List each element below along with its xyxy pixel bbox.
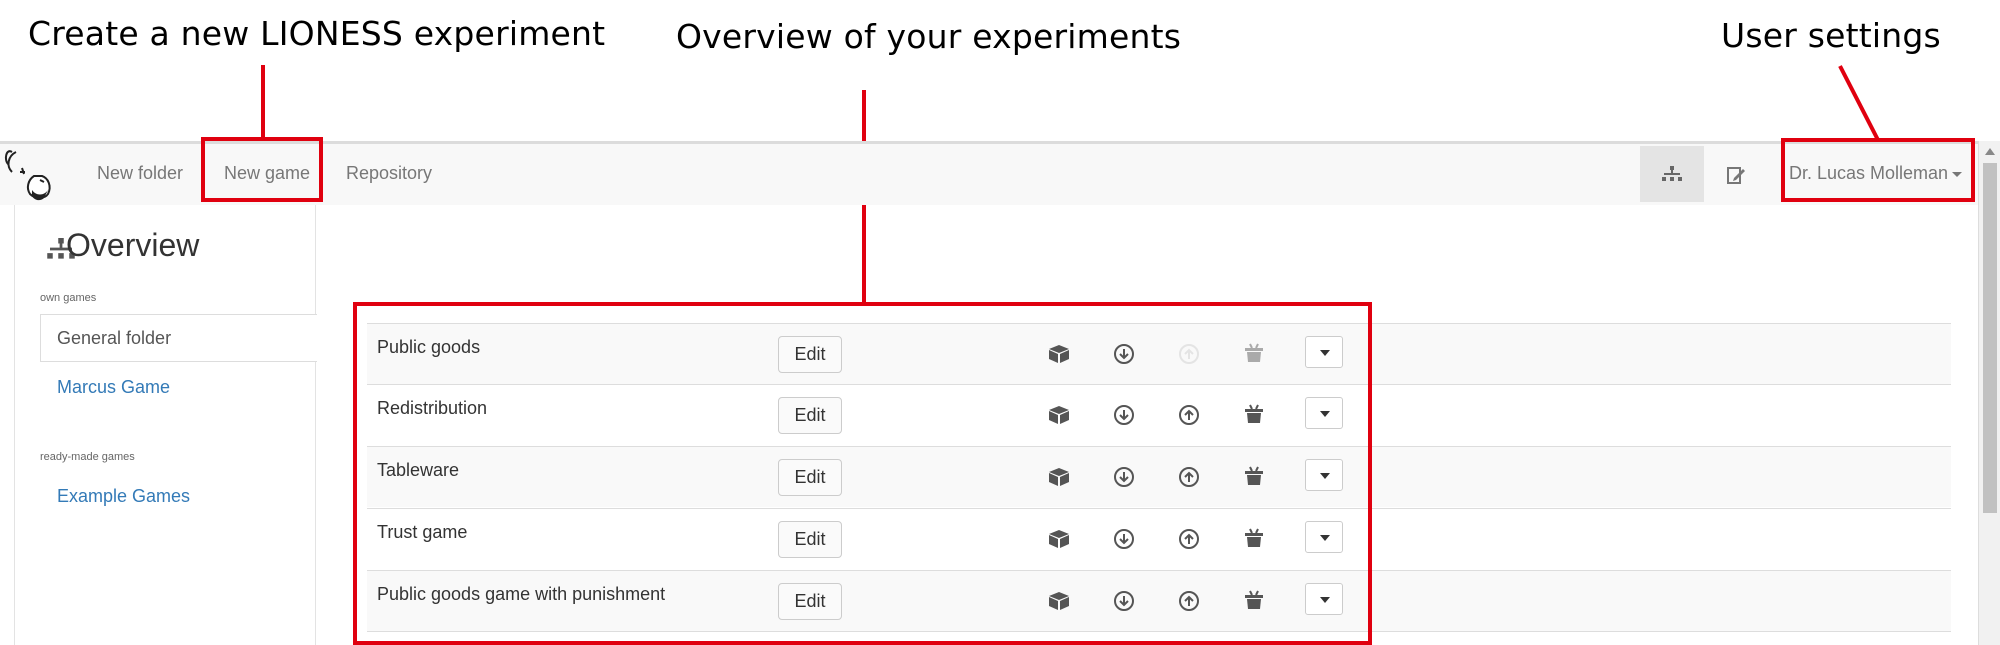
box-icon[interactable] — [1047, 465, 1071, 489]
row-dropdown-button[interactable] — [1305, 521, 1343, 553]
nav-new-game[interactable]: New game — [224, 163, 310, 184]
nav-new-folder[interactable]: New folder — [97, 163, 183, 184]
callout-new-game: Create a new LIONESS experiment — [28, 14, 606, 53]
sitemap-icon — [1662, 166, 1682, 181]
sidebar — [14, 205, 316, 645]
caret-down-icon — [1320, 411, 1330, 417]
scroll-thumb[interactable] — [1983, 163, 1997, 513]
scroll-up-arrow-icon[interactable] — [1985, 148, 1995, 155]
callout-user-settings: User settings — [1721, 16, 1941, 55]
upload-icon[interactable] — [1177, 465, 1201, 489]
basket-icon[interactable] — [1242, 465, 1266, 489]
edit-button[interactable]: Edit — [778, 459, 842, 496]
table-row: Public goods Edit — [367, 323, 1951, 384]
nav-repository[interactable]: Repository — [346, 163, 432, 184]
basket-icon[interactable] — [1242, 342, 1266, 366]
row-dropdown-button[interactable] — [1305, 583, 1343, 615]
game-name[interactable]: Public goods — [377, 337, 480, 358]
row-dropdown-button[interactable] — [1305, 336, 1343, 368]
upload-icon[interactable] — [1177, 403, 1201, 427]
upload-icon[interactable] — [1177, 527, 1201, 551]
user-name: Dr. Lucas Molleman — [1789, 163, 1949, 183]
edit-button[interactable]: Edit — [778, 336, 842, 373]
folder-general-label: General folder — [57, 328, 172, 348]
game-name[interactable]: Tableware — [377, 460, 459, 481]
page-scrollbar[interactable] — [1978, 141, 2000, 645]
basket-icon[interactable] — [1242, 589, 1266, 613]
box-icon[interactable] — [1047, 527, 1071, 551]
caret-down-icon — [1320, 597, 1330, 603]
caret-down-icon — [1952, 171, 1963, 177]
edit-note-icon[interactable] — [1726, 165, 1746, 185]
box-icon[interactable] — [1047, 403, 1071, 427]
upload-icon — [1177, 342, 1201, 366]
callout-line-user — [1838, 65, 1880, 141]
table-row: Redistribution Edit — [367, 384, 1951, 445]
game-name[interactable]: Public goods game with punishment — [377, 584, 665, 605]
user-menu[interactable]: Dr. Lucas Molleman — [1789, 163, 1963, 184]
download-icon[interactable] — [1112, 403, 1136, 427]
folder-general[interactable]: General folder — [40, 314, 317, 362]
lioness-logo[interactable] — [4, 146, 54, 206]
caret-down-icon — [1320, 535, 1330, 541]
download-icon[interactable] — [1112, 342, 1136, 366]
top-navbar: New folder New game Repository Dr. Lucas… — [0, 141, 1978, 205]
row-dropdown-button[interactable] — [1305, 459, 1343, 491]
basket-icon[interactable] — [1242, 527, 1266, 551]
box-icon[interactable] — [1047, 342, 1071, 366]
upload-icon[interactable] — [1177, 589, 1201, 613]
basket-icon[interactable] — [1242, 403, 1266, 427]
callout-line-new-game — [261, 65, 265, 137]
game-name[interactable]: Redistribution — [377, 398, 487, 419]
edit-button[interactable]: Edit — [778, 397, 842, 434]
page-title: Overview — [66, 227, 200, 263]
download-icon[interactable] — [1112, 589, 1136, 613]
folder-marcus-game[interactable]: Marcus Game — [57, 377, 170, 398]
download-icon[interactable] — [1112, 527, 1136, 551]
edit-button[interactable]: Edit — [778, 521, 842, 558]
callout-overview: Overview of your experiments — [676, 17, 1182, 56]
table-bottom-border — [367, 631, 1951, 632]
table-row: Tableware Edit — [367, 446, 1951, 507]
table-row: Public goods game with punishment Edit — [367, 570, 1951, 631]
table-row: Trust game Edit — [367, 508, 1951, 569]
folder-example-games[interactable]: Example Games — [57, 486, 190, 507]
ready-made-games-label: ready-made games — [40, 451, 135, 463]
download-icon[interactable] — [1112, 465, 1136, 489]
overview-view-button[interactable] — [1640, 146, 1704, 202]
own-games-label: own games — [40, 292, 97, 304]
caret-down-icon — [1320, 473, 1330, 479]
row-dropdown-button[interactable] — [1305, 397, 1343, 429]
box-icon[interactable] — [1047, 589, 1071, 613]
caret-down-icon — [1320, 350, 1330, 356]
edit-button[interactable]: Edit — [778, 583, 842, 620]
game-name[interactable]: Trust game — [377, 522, 467, 543]
